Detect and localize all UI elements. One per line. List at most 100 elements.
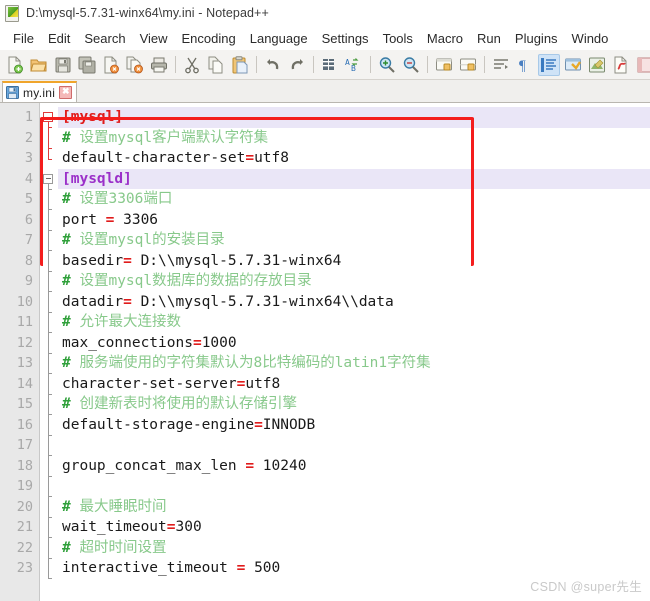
code-folding-column[interactable] — [40, 103, 58, 601]
fold-marker-row[interactable] — [40, 455, 58, 477]
open-file-icon[interactable] — [28, 54, 50, 76]
fold-line — [47, 189, 52, 210]
fold-marker-row[interactable] — [40, 496, 58, 518]
paste-icon[interactable] — [229, 54, 251, 76]
line-number: 17 — [16, 437, 33, 453]
undo-icon[interactable] — [262, 54, 284, 76]
code-line[interactable]: # 最大睡眠时间 — [58, 497, 650, 518]
menu-item-run[interactable]: Run — [470, 29, 508, 48]
close-file-icon[interactable] — [100, 54, 122, 76]
zoom-out-icon[interactable] — [400, 54, 422, 76]
code-line[interactable]: # 设置3306端口 — [58, 189, 650, 210]
fold-marker-row[interactable] — [40, 414, 58, 436]
fold-marker-row[interactable] — [40, 476, 58, 497]
fold-marker-row[interactable] — [40, 250, 58, 272]
menu-item-encoding[interactable]: Encoding — [175, 29, 243, 48]
token-comment-hash: # — [62, 191, 71, 207]
code-line[interactable] — [58, 435, 650, 456]
editor-area[interactable]: 1 2 3 4 5 6 7 8 9 10 11 12 13 14 15 16 17 18 19 20 21 22 23 [m… — [0, 103, 650, 601]
fold-line — [47, 414, 52, 436]
fold-line — [47, 435, 52, 456]
menu-item-settings[interactable]: Settings — [315, 29, 376, 48]
folder-as-workspace-icon[interactable] — [634, 54, 650, 76]
fold-marker-row[interactable] — [40, 127, 58, 149]
code-line[interactable]: # 设置mysql客户端默认字符集 — [58, 128, 650, 149]
copy-icon[interactable] — [205, 54, 227, 76]
menu-item-tools[interactable]: Tools — [376, 29, 420, 48]
code-line[interactable]: # 创建新表时将使用的默认存储引擎 — [58, 394, 650, 415]
print-icon[interactable] — [148, 54, 170, 76]
menu-item-file[interactable]: File — [6, 29, 41, 48]
fold-marker-row[interactable] — [40, 394, 58, 415]
fold-marker-row[interactable] — [40, 107, 58, 128]
code-content[interactable]: [mysql] # 设置mysql客户端默认字符集 default-characte… — [58, 103, 650, 601]
redo-icon[interactable] — [286, 54, 308, 76]
menu-item-view[interactable]: View — [133, 29, 175, 48]
code-line[interactable]: [mysql] — [58, 107, 650, 128]
fold-marker-row[interactable] — [40, 517, 58, 538]
toolbar-separator — [370, 56, 371, 73]
replace-icon[interactable]: AB — [343, 54, 365, 76]
word-wrap-icon[interactable] — [490, 54, 512, 76]
title-bar: D:\mysql-5.7.31-winx64\my.ini - Notepad+… — [0, 0, 650, 26]
save-icon[interactable] — [52, 54, 74, 76]
token-key: character-set-server — [62, 375, 237, 392]
fold-marker-row[interactable] — [40, 271, 58, 292]
menu-item-windo[interactable]: Windo — [565, 29, 616, 48]
code-line[interactable]: max_connections=1000 — [58, 333, 650, 354]
save-all-icon[interactable] — [76, 54, 98, 76]
menu-item-language[interactable]: Language — [243, 29, 315, 48]
fold-marker-row[interactable] — [40, 230, 58, 251]
fold-marker-row[interactable] — [40, 291, 58, 313]
code-line[interactable]: group_concat_max_len = 10240 — [58, 456, 650, 477]
fold-marker-row[interactable] — [40, 169, 58, 190]
code-line[interactable]: character-set-server=utf8 — [58, 374, 650, 395]
token-comment-hash: # — [62, 232, 71, 248]
fold-marker-row[interactable] — [40, 353, 58, 374]
fold-collapse-icon[interactable] — [43, 173, 53, 184]
zoom-in-icon[interactable] — [376, 54, 398, 76]
code-line[interactable]: default-storage-engine=INNODB — [58, 415, 650, 436]
code-line[interactable] — [58, 476, 650, 497]
cut-icon[interactable] — [181, 54, 203, 76]
code-line[interactable]: wait_timeout=300 — [58, 517, 650, 538]
sync-horizontal-scroll-icon[interactable] — [457, 54, 479, 76]
code-line[interactable]: datadir= D:\\mysql-5.7.31-winx64\\data — [58, 292, 650, 313]
code-line[interactable]: # 超时时间设置 — [58, 538, 650, 559]
new-file-icon[interactable] — [4, 54, 26, 76]
tab-close-icon[interactable]: ✖ — [59, 86, 73, 99]
fold-line — [47, 394, 52, 415]
find-icon[interactable] — [319, 54, 341, 76]
tab-my-ini[interactable]: my.ini ✖ — [2, 81, 78, 102]
code-line[interactable]: basedir= D:\\mysql-5.7.31-winx64 — [58, 251, 650, 272]
code-line[interactable]: # 允许最大连接数 — [58, 312, 650, 333]
menu-item-edit[interactable]: Edit — [41, 29, 77, 48]
fold-marker-row[interactable] — [40, 537, 58, 559]
fold-marker-row[interactable] — [40, 558, 58, 579]
fold-marker-row[interactable] — [40, 435, 58, 456]
sync-vertical-scroll-icon[interactable] — [433, 54, 455, 76]
code-line[interactable]: [mysqld] — [58, 168, 650, 189]
document-map-icon[interactable] — [586, 54, 608, 76]
fold-marker-row[interactable] — [40, 332, 58, 354]
fold-marker-row[interactable] — [40, 312, 58, 333]
code-line[interactable]: # 设置mysql的安装目录 — [58, 230, 650, 251]
menu-item-search[interactable]: Search — [77, 29, 132, 48]
menu-item-plugins[interactable]: Plugins — [508, 29, 565, 48]
line-number: 14 — [16, 375, 33, 392]
show-all-characters-icon[interactable]: ¶ — [514, 54, 536, 76]
fold-marker-row[interactable] — [40, 373, 58, 395]
indent-guide-icon[interactable] — [538, 53, 560, 76]
fold-collapse-icon[interactable] — [43, 112, 53, 122]
fold-marker-row[interactable] — [40, 189, 58, 210]
code-line[interactable]: # 设置mysql数据库的数据的存放目录 — [58, 271, 650, 292]
menu-item-macro[interactable]: Macro — [420, 29, 470, 48]
fold-marker-row[interactable] — [40, 209, 58, 231]
code-line[interactable]: default-character-set=utf8 — [58, 148, 650, 169]
close-all-icon[interactable] — [124, 54, 146, 76]
code-line[interactable]: # 服务端使用的字符集默认为8比特编码的latin1字符集 — [58, 353, 650, 374]
user-defined-dialog-icon[interactable] — [562, 54, 584, 76]
function-list-icon[interactable] — [610, 54, 632, 76]
code-line[interactable]: port = 3306 — [58, 210, 650, 231]
fold-marker-row[interactable] — [40, 148, 58, 169]
